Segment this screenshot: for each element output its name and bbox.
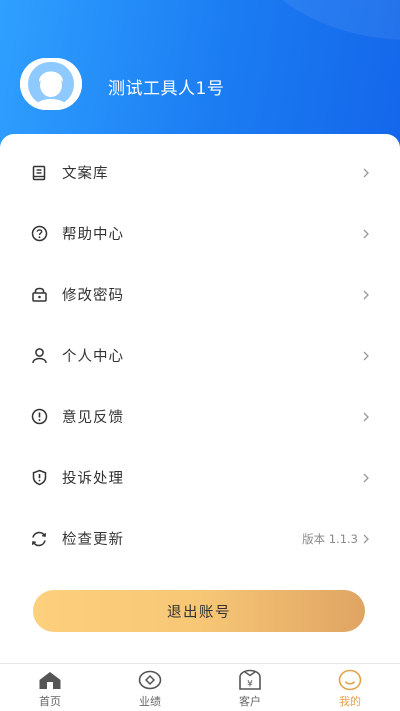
menu-item-personal-center[interactable]: 个人中心: [0, 325, 400, 386]
refresh-icon: [30, 530, 48, 548]
chevron-right-icon: [362, 289, 372, 301]
tab-label: 我的: [339, 695, 361, 708]
tab-mine[interactable]: 我的: [300, 664, 400, 711]
menu-item-label: 个人中心: [62, 349, 124, 365]
menu-list: 文案库 帮助中心 修改密码 个人中心 意见反馈 投诉处理 检查更新 版本 1.1…: [0, 142, 400, 569]
tab-customer[interactable]: ¥ 客户: [200, 664, 300, 711]
bottom-tab-bar: 首页 业绩 ¥ 客户 我的: [0, 663, 400, 711]
menu-card: 文案库 帮助中心 修改密码 个人中心 意见反馈 投诉处理 检查更新 版本 1.1…: [0, 134, 400, 664]
logout-button[interactable]: 退出账号: [33, 590, 365, 632]
chevron-right-icon: [362, 228, 372, 240]
avatar-icon: [20, 58, 82, 110]
alert-circle-icon: [30, 408, 48, 426]
home-icon: [37, 669, 63, 691]
menu-item-check-update[interactable]: 检查更新 版本 1.1.3: [0, 508, 400, 569]
customer-icon: ¥: [237, 669, 263, 691]
menu-item-label: 意见反馈: [62, 410, 124, 426]
chevron-right-icon: [362, 411, 372, 423]
avatar[interactable]: [20, 58, 82, 110]
tab-label: 首页: [39, 695, 61, 708]
menu-item-complaints[interactable]: 投诉处理: [0, 447, 400, 508]
menu-item-help-center[interactable]: 帮助中心: [0, 203, 400, 264]
username: 测试工具人1号: [108, 79, 225, 99]
performance-icon: [137, 669, 163, 691]
version-label: 版本 1.1.3: [302, 531, 358, 546]
menu-item-label: 投诉处理: [62, 471, 124, 487]
tab-home[interactable]: 首页: [0, 664, 100, 711]
tab-label: 业绩: [139, 695, 161, 708]
chevron-right-icon: [362, 533, 372, 545]
tab-label: 客户: [239, 695, 261, 708]
menu-item-change-password[interactable]: 修改密码: [0, 264, 400, 325]
menu-item-feedback[interactable]: 意见反馈: [0, 386, 400, 447]
chevron-right-icon: [362, 167, 372, 179]
tab-performance[interactable]: 业绩: [100, 664, 200, 711]
shield-alert-icon: [30, 469, 48, 487]
profile-smile-icon: [337, 669, 363, 691]
document-icon: [30, 164, 48, 182]
svg-text:¥: ¥: [247, 680, 253, 690]
menu-item-label: 帮助中心: [62, 227, 124, 243]
menu-item-label: 检查更新: [62, 532, 124, 548]
menu-item-label: 修改密码: [62, 288, 124, 304]
chevron-right-icon: [362, 472, 372, 484]
header-decoration: [230, 0, 400, 40]
chevron-right-icon: [362, 350, 372, 362]
help-icon: [30, 225, 48, 243]
user-icon: [30, 347, 48, 365]
menu-item-copy-library[interactable]: 文案库: [0, 142, 400, 203]
lock-icon: [30, 286, 48, 304]
menu-item-label: 文案库: [62, 166, 109, 182]
